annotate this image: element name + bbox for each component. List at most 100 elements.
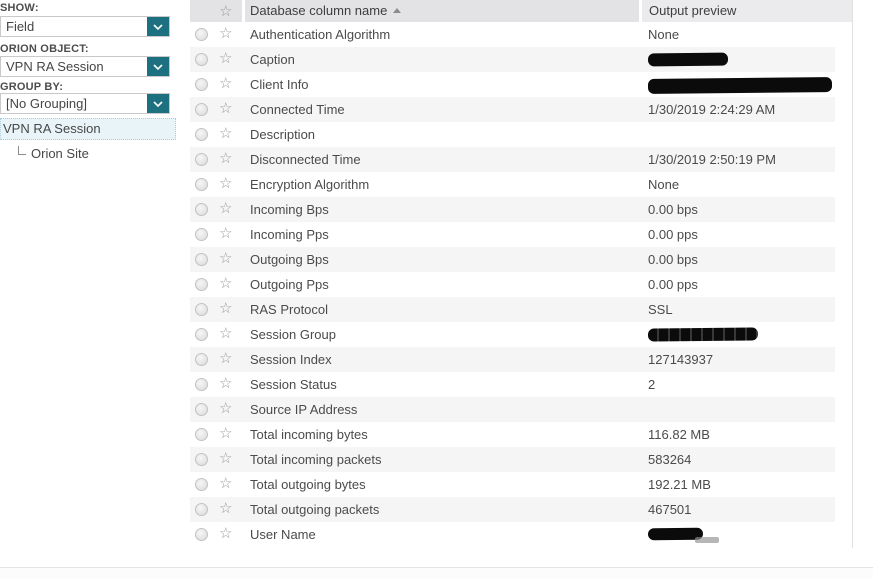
header-database-column-name[interactable]: Database column name (245, 0, 639, 22)
table-row[interactable]: ☆ User Name (190, 522, 835, 547)
star-icon[interactable]: ☆ (219, 474, 232, 492)
output-preview-value: 116.82 MB (648, 427, 710, 442)
output-preview-value: 2 (648, 377, 656, 392)
table-row[interactable]: ☆ Authentication Algorithm None (190, 22, 835, 47)
radio-button[interactable] (195, 528, 208, 541)
table-row[interactable]: ☆ Outgoing Bps 0.00 bps (190, 247, 835, 272)
show-dropdown[interactable]: Field (0, 16, 170, 37)
show-label: SHOW: (0, 2, 39, 14)
star-icon[interactable]: ☆ (219, 149, 232, 167)
chevron-down-icon[interactable] (147, 57, 169, 76)
table-row[interactable]: ☆ Client Info (190, 72, 835, 97)
orion-object-dropdown[interactable]: VPN RA Session (0, 56, 170, 77)
radio-button[interactable] (195, 303, 208, 316)
output-preview-value: 0.00 pps (648, 277, 698, 292)
table-row[interactable]: ☆ Session Group (190, 322, 835, 347)
table-body: ☆ Authentication Algorithm None ☆ Captio… (190, 22, 852, 547)
field-name: Disconnected Time (250, 152, 361, 167)
table-row[interactable]: ☆ Source IP Address (190, 397, 835, 422)
radio-button[interactable] (195, 28, 208, 41)
radio-button[interactable] (195, 453, 208, 466)
radio-button[interactable] (195, 128, 208, 141)
output-preview-value: None (648, 27, 680, 42)
star-icon[interactable]: ☆ (219, 2, 232, 20)
field-name: Total incoming packets (250, 452, 382, 467)
table-row[interactable]: ☆ Total outgoing bytes 192.21 MB (190, 472, 835, 497)
radio-button[interactable] (195, 503, 208, 516)
table-row[interactable]: ☆ Caption (190, 47, 835, 72)
star-icon[interactable]: ☆ (219, 399, 232, 417)
field-name: Source IP Address (250, 402, 358, 417)
table-row[interactable]: ☆ Total outgoing packets 467501 (190, 497, 835, 522)
tree-item-vpn-ra-session[interactable]: VPN RA Session (0, 118, 176, 140)
table-row[interactable]: ☆ Incoming Bps 0.00 bps (190, 197, 835, 222)
table-row[interactable]: ☆ Total incoming packets 583264 (190, 447, 835, 472)
radio-button[interactable] (195, 478, 208, 491)
output-preview-value: 467501 (648, 502, 692, 517)
tree-item-orion-site[interactable]: Orion Site (18, 145, 89, 163)
star-icon[interactable]: ☆ (219, 324, 232, 342)
header-favorite-column: ☆ (190, 0, 242, 22)
orion-object-label: ORION OBJECT: (0, 43, 89, 55)
table-row[interactable]: ☆ Disconnected Time 1/30/2019 2:50:19 PM (190, 147, 835, 172)
output-preview-value: 127143937 (648, 352, 714, 367)
radio-button[interactable] (195, 428, 208, 441)
output-preview-value: 192.21 MB (648, 477, 711, 492)
group-by-dropdown[interactable]: [No Grouping] (0, 93, 170, 114)
star-icon[interactable]: ☆ (219, 524, 232, 542)
star-icon[interactable]: ☆ (219, 224, 232, 242)
radio-button[interactable] (195, 103, 208, 116)
table-row[interactable]: ☆ Session Status 2 (190, 372, 835, 397)
header-output-preview[interactable]: Output preview (642, 0, 852, 22)
radio-button[interactable] (195, 53, 208, 66)
star-icon[interactable]: ☆ (219, 49, 232, 67)
radio-button[interactable] (195, 278, 208, 291)
radio-button[interactable] (195, 378, 208, 391)
table-row[interactable]: ☆ Session Index 127143937 (190, 347, 835, 372)
output-preview-value: 583264 (648, 452, 692, 467)
table-row[interactable]: ☆ RAS Protocol SSL (190, 297, 835, 322)
star-icon[interactable]: ☆ (219, 424, 232, 442)
radio-button[interactable] (195, 253, 208, 266)
table-row[interactable]: ☆ Outgoing Pps 0.00 pps (190, 272, 835, 297)
radio-button[interactable] (195, 228, 208, 241)
radio-button[interactable] (195, 178, 208, 191)
star-icon[interactable]: ☆ (219, 124, 232, 142)
show-dropdown-value: Field (6, 19, 35, 34)
star-icon[interactable]: ☆ (219, 299, 232, 317)
star-icon[interactable]: ☆ (219, 449, 232, 467)
radio-button[interactable] (195, 328, 208, 341)
table-row[interactable]: ☆ Description (190, 122, 835, 147)
radio-button[interactable] (195, 353, 208, 366)
radio-button[interactable] (195, 403, 208, 416)
star-icon[interactable]: ☆ (219, 499, 232, 517)
bottom-divider (0, 567, 873, 578)
field-name: Outgoing Pps (250, 277, 329, 292)
sidebar: SHOW: Field ORION OBJECT: VPN RA Session… (0, 0, 180, 568)
star-icon[interactable]: ☆ (219, 199, 232, 217)
radio-button[interactable] (195, 78, 208, 91)
group-by-dropdown-value: [No Grouping] (6, 96, 87, 111)
chevron-down-icon[interactable] (147, 94, 169, 113)
star-icon[interactable]: ☆ (219, 349, 232, 367)
radio-button[interactable] (195, 203, 208, 216)
star-icon[interactable]: ☆ (219, 24, 232, 42)
radio-button[interactable] (195, 153, 208, 166)
star-icon[interactable]: ☆ (219, 74, 232, 92)
star-icon[interactable]: ☆ (219, 274, 232, 292)
table-row[interactable]: ☆ Encryption Algorithm None (190, 172, 835, 197)
redaction-bar (647, 52, 729, 67)
table-row[interactable]: ☆ Connected Time 1/30/2019 2:24:29 AM (190, 97, 835, 122)
star-icon[interactable]: ☆ (219, 174, 232, 192)
field-name: User Name (250, 527, 316, 542)
field-name: Description (250, 127, 316, 142)
table-row[interactable]: ☆ Incoming Pps 0.00 pps (190, 222, 835, 247)
chevron-down-icon[interactable] (147, 17, 169, 36)
field-name: Authentication Algorithm (250, 27, 391, 42)
star-icon[interactable]: ☆ (219, 374, 232, 392)
field-name: Caption (250, 52, 295, 67)
table-row[interactable]: ☆ Total incoming bytes 116.82 MB (190, 422, 835, 447)
star-icon[interactable]: ☆ (219, 249, 232, 267)
field-name: Session Group (250, 327, 336, 342)
star-icon[interactable]: ☆ (219, 99, 232, 117)
